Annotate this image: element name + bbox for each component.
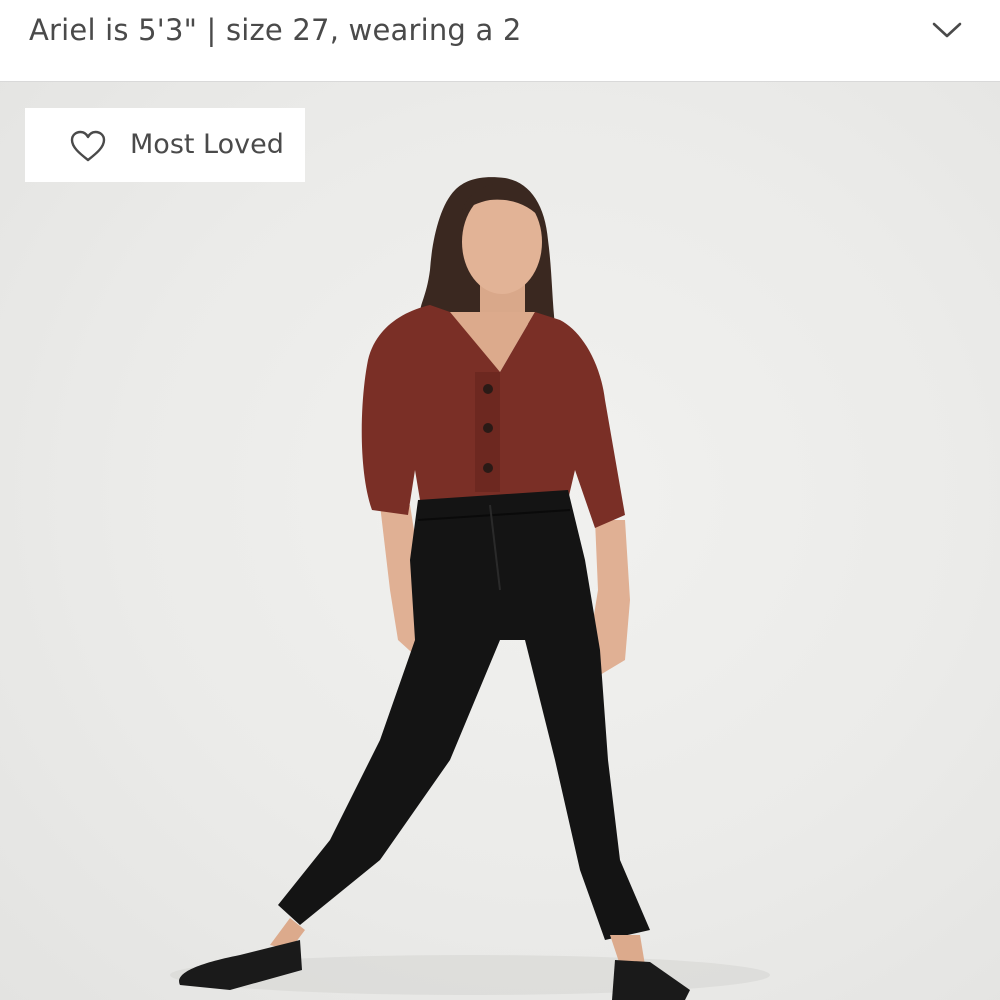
most-loved-badge: Most Loved [25,108,305,182]
heart-outline-icon [70,130,106,162]
fit-info-text: Ariel is 5'3" | size 27, wearing a 2 [29,13,522,47]
most-loved-label: Most Loved [130,129,284,160]
product-image-page: Ariel is 5'3" | size 27, wearing a 2 Mos… [0,0,1000,1000]
model-illustration [170,177,770,1000]
chevron-down-icon[interactable] [928,14,966,46]
fit-info-header[interactable]: Ariel is 5'3" | size 27, wearing a 2 [0,0,1000,82]
product-photo [0,82,1000,1000]
